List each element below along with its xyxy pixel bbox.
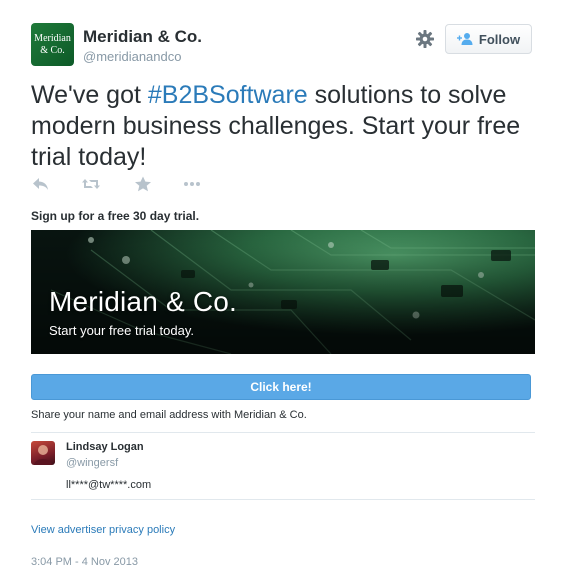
privacy-policy-link[interactable]: View advertiser privacy policy [31,524,175,536]
tweet-text: We've got #B2BSoftware solutions to solv… [31,80,541,173]
signup-user-handle: @wingersf [66,457,119,469]
share-notice: Share your name and email address with M… [31,409,307,421]
retweet-icon[interactable] [81,176,101,192]
follow-button[interactable]: Follow [445,24,532,54]
avatar [31,441,55,465]
follow-label: Follow [478,31,521,47]
gear-icon[interactable] [415,29,435,49]
card-banner-image[interactable]: Meridian & Co. Start your free trial tod… [31,230,535,354]
signup-user-name: Lindsay Logan [66,441,144,453]
display-name[interactable]: Meridian & Co. [83,27,202,47]
banner-subtitle: Start your free trial today. [49,323,194,338]
divider [31,499,535,500]
user-handle[interactable]: @meridianandco [83,49,181,64]
avatar-text-line1: Meridian [34,32,71,44]
more-icon[interactable] [182,176,202,192]
click-here-button[interactable]: Click here! [31,374,531,400]
divider [31,432,535,433]
tweet-text-start: We've got [31,81,148,109]
favorite-icon[interactable] [133,176,153,192]
avatar-text-line2: & Co. [40,44,65,56]
tweet-actions [31,176,231,192]
reply-icon[interactable] [31,176,51,192]
banner-title: Meridian & Co. [49,286,237,317]
card-headline: Sign up for a free 30 day trial. [31,209,200,223]
tweet-timestamp[interactable]: 3:04 PM - 4 Nov 2013 [31,556,138,568]
add-user-icon [456,33,473,45]
signup-user-email: ll****@tw****.com [66,479,152,491]
brand-avatar[interactable]: Meridian & Co. [31,23,74,66]
hashtag-link[interactable]: #B2BSoftware [148,81,308,109]
